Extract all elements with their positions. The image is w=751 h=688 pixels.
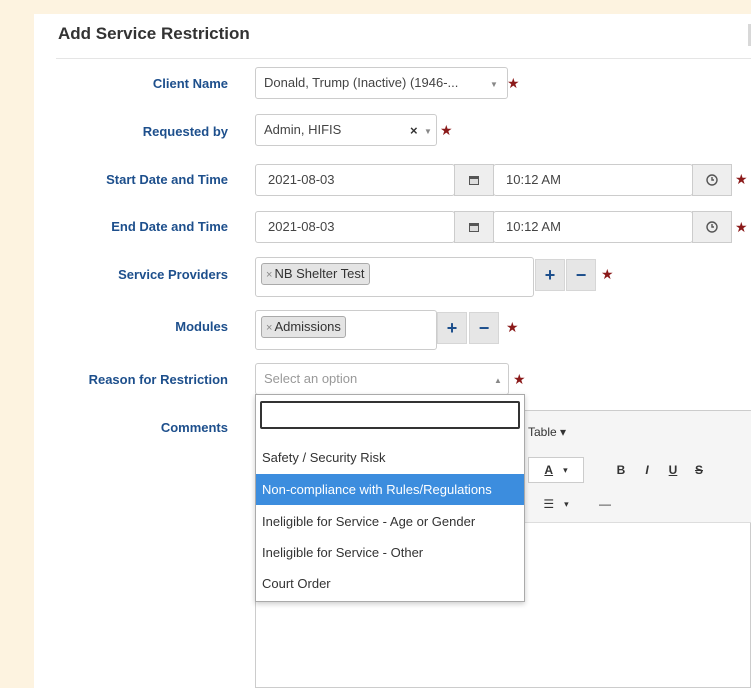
dropdown-option[interactable]: Ineligible for Service - Other bbox=[256, 537, 524, 568]
client-name-value: Donald, Trump (Inactive) (1946-... bbox=[264, 75, 459, 90]
clock-icon bbox=[706, 174, 718, 186]
comments-label: Comments bbox=[160, 420, 228, 435]
end-clock-button[interactable] bbox=[692, 211, 732, 243]
add-service-provider-button[interactable]: + bbox=[535, 259, 565, 291]
calendar-icon bbox=[469, 176, 479, 185]
tag-remove-icon[interactable]: × bbox=[266, 269, 272, 281]
start-date-input[interactable]: 2021-08-03 bbox=[255, 164, 455, 196]
start-time-input[interactable]: 10:12 AM bbox=[493, 164, 693, 196]
start-time-value: 10:12 AM bbox=[506, 172, 561, 187]
client-name-label: Client Name bbox=[152, 76, 228, 91]
dropdown-option-highlighted[interactable]: Non-compliance with Rules/Regulations bbox=[256, 474, 524, 505]
calendar-icon bbox=[469, 223, 479, 232]
strikethrough-button[interactable]: S bbox=[686, 457, 712, 483]
start-calendar-button[interactable] bbox=[454, 164, 494, 196]
dropdown-option[interactable]: Ineligible for Service - Age or Gender bbox=[256, 506, 524, 537]
underline-button[interactable]: U bbox=[660, 457, 686, 483]
horizontal-rule-button[interactable]: — bbox=[590, 491, 620, 517]
required-icon: ★ bbox=[440, 122, 453, 138]
service-provider-tag-label: NB Shelter Test bbox=[274, 266, 365, 281]
dropdown-search-input[interactable] bbox=[260, 401, 520, 429]
module-tag-label: Admissions bbox=[274, 319, 341, 334]
requested-by-label: Requested by bbox=[142, 124, 228, 139]
tag-remove-icon[interactable]: × bbox=[266, 322, 272, 334]
end-time-input[interactable]: 10:12 AM bbox=[493, 211, 693, 243]
end-date-value: 2021-08-03 bbox=[268, 219, 335, 234]
list-button[interactable]: ☰ ▾ bbox=[528, 491, 584, 517]
required-icon: ★ bbox=[735, 171, 748, 187]
chevron-down-icon: ▾ bbox=[564, 498, 569, 509]
required-icon: ★ bbox=[507, 75, 520, 91]
table-menu[interactable]: Table ▾ bbox=[528, 425, 566, 439]
reason-placeholder: Select an option bbox=[264, 371, 358, 386]
dropdown-option[interactable]: Court Order bbox=[256, 568, 524, 599]
requested-by-value: Admin, HIFIS bbox=[264, 122, 342, 137]
start-clock-button[interactable] bbox=[692, 164, 732, 196]
client-name-select[interactable]: Donald, Trump (Inactive) (1946-... bbox=[255, 67, 508, 99]
form-panel: Add Service Restriction Client Name Dona… bbox=[34, 14, 751, 688]
required-icon: ★ bbox=[513, 371, 526, 387]
reason-dropdown: Safety / Security Risk Non-compliance wi… bbox=[255, 394, 525, 602]
italic-button[interactable]: I bbox=[634, 457, 660, 483]
title-divider bbox=[56, 58, 751, 59]
end-calendar-button[interactable] bbox=[454, 211, 494, 243]
reason-select[interactable]: Select an option bbox=[255, 363, 509, 395]
list-icon: ☰ bbox=[543, 497, 555, 511]
add-module-button[interactable]: + bbox=[437, 312, 467, 344]
module-tag: × Admissions bbox=[261, 316, 346, 338]
modules-label: Modules bbox=[175, 319, 228, 334]
dropdown-option[interactable]: Safety / Security Risk bbox=[256, 442, 524, 473]
clear-icon[interactable]: × bbox=[410, 123, 418, 138]
service-providers-label: Service Providers bbox=[118, 267, 228, 282]
caret-down-icon: ▼ bbox=[424, 127, 432, 136]
required-icon: ★ bbox=[506, 319, 519, 335]
page-title: Add Service Restriction bbox=[58, 24, 250, 43]
end-date-input[interactable]: 2021-08-03 bbox=[255, 211, 455, 243]
remove-module-button[interactable]: − bbox=[469, 312, 499, 344]
remove-service-provider-button[interactable]: − bbox=[566, 259, 596, 291]
font-color-icon: A bbox=[544, 463, 554, 477]
caret-up-icon: ▲ bbox=[494, 376, 502, 385]
required-icon: ★ bbox=[601, 266, 614, 282]
start-date-time-label: Start Date and Time bbox=[106, 172, 228, 187]
bold-button[interactable]: B bbox=[608, 457, 634, 483]
required-icon: ★ bbox=[735, 219, 748, 235]
caret-down-icon: ▼ bbox=[490, 80, 498, 89]
end-time-value: 10:12 AM bbox=[506, 219, 561, 234]
end-date-time-label: End Date and Time bbox=[111, 219, 228, 234]
service-provider-tag: × NB Shelter Test bbox=[261, 263, 370, 285]
font-color-button[interactable]: A ▾ bbox=[528, 457, 584, 483]
clock-icon bbox=[706, 221, 718, 233]
chevron-down-icon: ▾ bbox=[563, 464, 568, 475]
start-date-value: 2021-08-03 bbox=[268, 172, 335, 187]
reason-label: Reason for Restriction bbox=[88, 372, 228, 387]
